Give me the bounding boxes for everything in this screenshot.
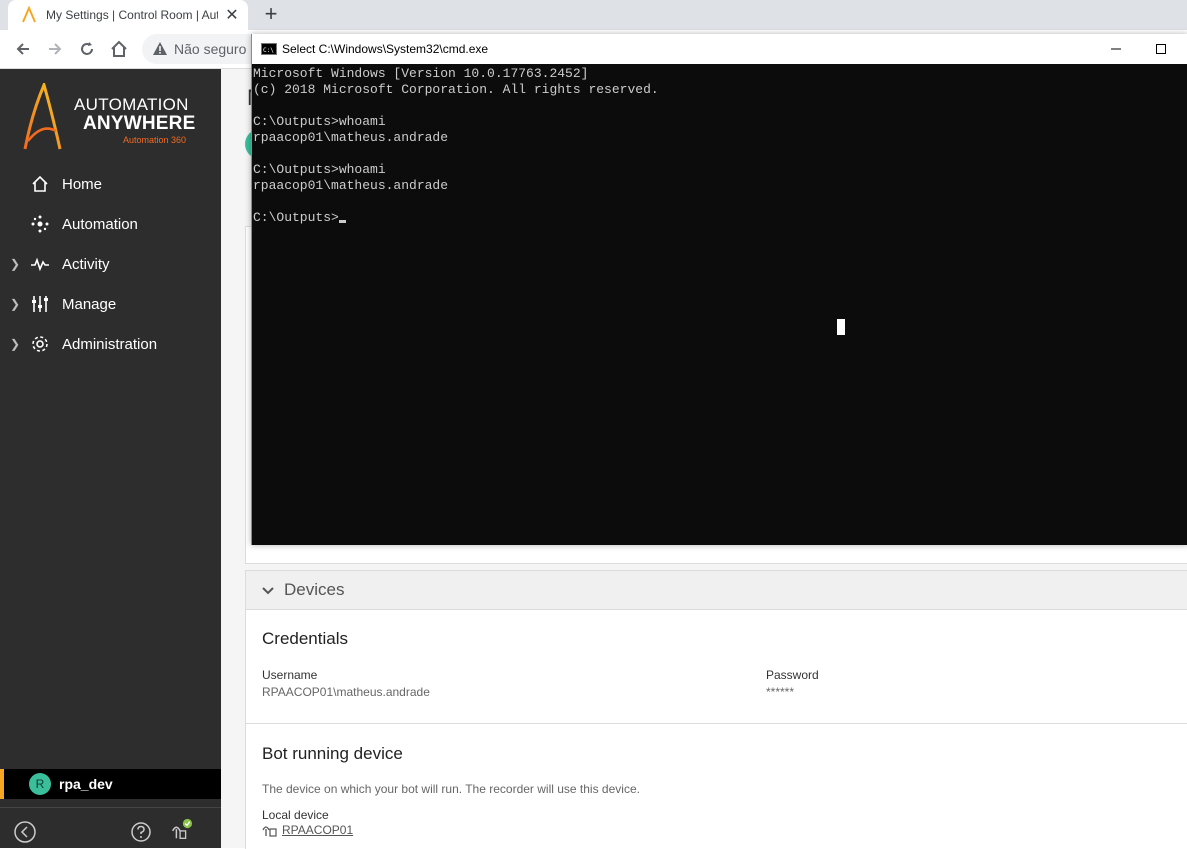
help-icon[interactable] <box>129 820 153 844</box>
automation-anywhere-favicon-icon <box>22 6 36 23</box>
device-status-icon[interactable] <box>169 818 193 842</box>
cmd-window[interactable]: C:\ Select C:\Windows\System32\cmd.exe M… <box>251 34 1187 545</box>
chevron-right-icon[interactable]: ❯ <box>10 297 22 311</box>
password-value: ****** <box>766 685 795 699</box>
sidebar: AUTOMATION ANYWHERE Automation 360 Home … <box>0 69 221 848</box>
local-device-name[interactable]: RPAACOP01 <box>282 823 353 837</box>
user-name: rpa_dev <box>59 776 113 792</box>
credentials-title: Credentials <box>262 629 348 648</box>
avatar: R <box>29 773 51 795</box>
sidebar-item-manage[interactable]: ❯ Manage <box>0 286 221 322</box>
reload-icon <box>81 42 93 55</box>
sidebar-item-label: Automation <box>62 215 138 233</box>
logo-text-product: Automation 360 <box>123 135 187 145</box>
sidebar-item-administration[interactable]: ❯ Administration <box>0 326 221 362</box>
local-device-link[interactable]: RPAACOP01 <box>262 823 353 837</box>
cmd-window-title: Select C:\Windows\System32\cmd.exe <box>282 42 489 56</box>
activity-icon <box>31 257 49 272</box>
home-icon <box>111 40 127 57</box>
chevron-right-icon[interactable]: ❯ <box>10 257 22 271</box>
minimize-button[interactable] <box>1094 34 1138 64</box>
mouse-cursor-icon <box>837 319 845 335</box>
sidebar-item-automation[interactable]: Automation <box>0 206 221 242</box>
divider <box>246 723 1187 724</box>
sidebar-item-label: Administration <box>62 335 158 353</box>
forward-button[interactable] <box>44 38 66 60</box>
logo-text-anywhere: ANYWHERE <box>83 113 196 134</box>
automation-anywhere-logo[interactable]: AUTOMATION ANYWHERE Automation 360 <box>22 83 202 153</box>
devices-section-header[interactable]: Devices <box>246 571 1187 610</box>
back-button[interactable] <box>12 38 34 60</box>
text-cursor <box>338 220 346 223</box>
active-indicator <box>0 769 4 799</box>
cmd-console[interactable]: Microsoft Windows [Version 10.0.17763.24… <box>252 64 1187 545</box>
console-line: rpaacop01\matheus.andrade <box>253 130 449 145</box>
new-tab-button[interactable]: + <box>260 3 282 25</box>
gear-icon <box>32 336 48 352</box>
logo-text-automation: AUTOMATION <box>74 95 189 114</box>
warning-icon[interactable] <box>152 41 168 57</box>
arrow-left-icon <box>16 43 29 55</box>
arrow-right-icon <box>49 43 62 55</box>
password-label: Password <box>766 668 819 682</box>
console-prompt-line: C:\Outputs> <box>253 210 1187 226</box>
close-tab-icon[interactable]: ✕ <box>224 5 240 25</box>
browser-tab-bar: My Settings | Control Room | Automation … <box>0 0 1187 30</box>
maximize-icon <box>1156 44 1166 54</box>
chevron-down-icon[interactable] <box>260 582 276 598</box>
automation-icon <box>31 215 49 233</box>
devices-title: Devices <box>284 580 345 599</box>
tab-title: My Settings | Control Room | Automation … <box>46 8 218 22</box>
console-line: C:\Outputs>whoami <box>253 162 386 177</box>
sidebar-item-label: Home <box>62 175 103 193</box>
browser-tab[interactable]: My Settings | Control Room | Automation … <box>8 0 248 30</box>
manage-icon <box>32 296 48 312</box>
sidebar-item-label: Activity <box>62 255 110 273</box>
reload-button[interactable] <box>76 38 98 60</box>
bot-device-title: Bot running device <box>262 744 403 763</box>
maximize-button[interactable] <box>1139 34 1183 64</box>
svg-text:C:\: C:\ <box>263 47 274 54</box>
device-icon <box>262 826 277 837</box>
sidebar-item-activity[interactable]: ❯ Activity <box>0 246 221 282</box>
username-label: Username <box>262 668 318 682</box>
collapse-sidebar-icon[interactable] <box>13 820 37 844</box>
devices-card: Devices Credentials Username RPAACOP01\m… <box>245 570 1187 849</box>
console-line: rpaacop01\matheus.andrade <box>253 178 449 193</box>
security-status-text: Não seguro <box>174 41 247 57</box>
console-line: Microsoft Windows [Version 10.0.17763.24… <box>253 66 589 81</box>
bot-device-description: The device on which your bot will run. T… <box>262 782 640 796</box>
cmd-app-icon: C:\ <box>261 43 277 55</box>
sidebar-item-home[interactable]: Home <box>0 166 221 202</box>
console-line: (c) 2018 Microsoft Corporation. All righ… <box>253 82 659 97</box>
sidebar-item-label: Manage <box>62 295 117 313</box>
console-line: C:\Outputs>whoami <box>253 114 386 129</box>
local-device-label: Local device <box>262 808 329 822</box>
logo-a-mark-icon <box>23 83 62 150</box>
username-value: RPAACOP01\matheus.andrade <box>262 685 430 699</box>
console-prompt: C:\Outputs> <box>253 210 339 225</box>
sidebar-footer <box>0 807 221 849</box>
home-button[interactable] <box>108 38 130 60</box>
home-icon <box>32 175 48 192</box>
minimize-icon <box>1111 48 1121 50</box>
user-profile-bar[interactable]: R rpa_dev <box>0 769 221 799</box>
chevron-right-icon[interactable]: ❯ <box>10 337 22 351</box>
cmd-title-bar[interactable]: C:\ Select C:\Windows\System32\cmd.exe <box>252 34 1187 64</box>
